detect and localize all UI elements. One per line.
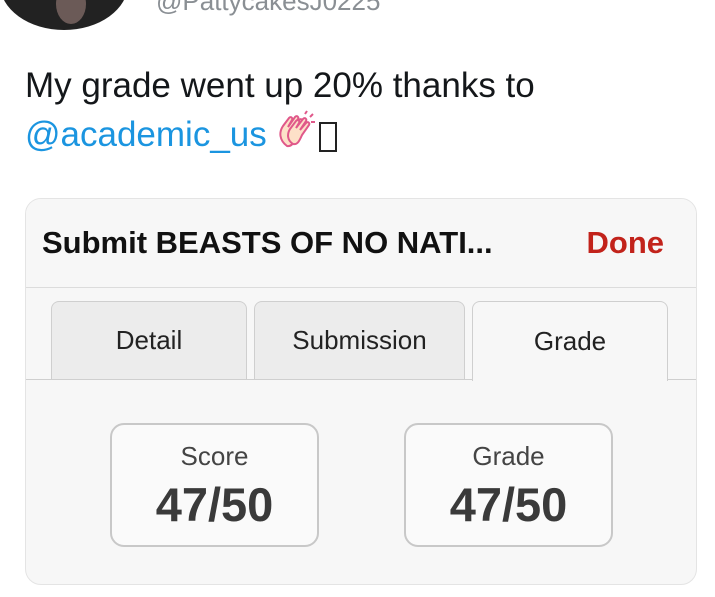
user-handle[interactable]: @PattycakesJ0225 — [156, 0, 380, 17]
grade-value: 47/50 — [449, 478, 568, 531]
avatar[interactable] — [0, 0, 128, 30]
grade-label: Grade — [472, 441, 545, 471]
grade-box: Grade 47/50 — [404, 423, 613, 547]
card-header: Submit BEASTS OF NO NATI... Done — [26, 199, 696, 288]
mention-link[interactable]: @academic_us — [25, 115, 267, 154]
tweet-mention-line: @academic_us — [25, 110, 535, 163]
tab-submission[interactable]: Submission — [254, 301, 465, 379]
done-button[interactable]: Done — [587, 225, 665, 261]
tab-grade[interactable]: Grade — [472, 301, 668, 381]
score-value: 47/50 — [155, 478, 274, 531]
score-label: Score — [180, 441, 249, 471]
tweet-text: My grade went up 20% thanks to @academic… — [25, 62, 535, 163]
assignment-card: Submit BEASTS OF NO NATI... Done Detail … — [25, 198, 697, 585]
tweet-screenshot: @PattycakesJ0225 My grade went up 20% th… — [0, 0, 715, 597]
missing-glyph-icon — [318, 121, 337, 152]
tab-detail[interactable]: Detail — [51, 301, 247, 379]
score-box: Score 47/50 — [110, 423, 319, 547]
clapping-hands-icon — [275, 110, 317, 163]
avatar-face — [56, 0, 86, 24]
tweet-text-line: My grade went up 20% thanks to — [25, 66, 535, 105]
card-title: Submit BEASTS OF NO NATI... — [42, 225, 493, 260]
